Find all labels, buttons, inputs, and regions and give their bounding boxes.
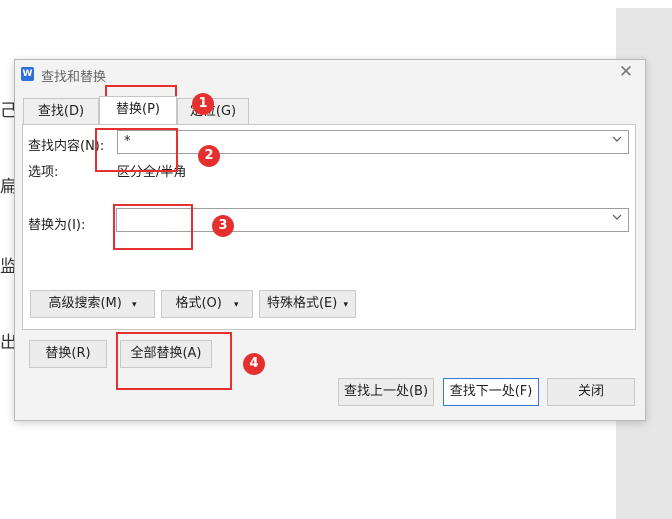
tab-replace[interactable]: 替换(P) (99, 96, 177, 124)
chevron-down-icon: ▾ (343, 300, 349, 310)
dialog-title: 查找和替换 (41, 70, 107, 85)
tab-find[interactable]: 查找(D) (23, 98, 99, 124)
find-previous-button[interactable]: 查找上一处(B) (338, 378, 434, 406)
close-button[interactable]: 关闭 (547, 378, 635, 406)
advanced-search-label: 高级搜索(M) (48, 296, 122, 311)
replace-label: 替换为(I): (28, 218, 86, 233)
callout-badge: 1 (192, 93, 214, 115)
close-icon[interactable]: ✕ (617, 63, 635, 81)
chevron-down-icon[interactable] (612, 212, 622, 222)
callout-badge: 3 (212, 215, 234, 237)
callout-badge: 4 (243, 353, 265, 375)
chevron-down-icon: ▾ (131, 300, 137, 310)
find-next-button[interactable]: 查找下一处(F) (443, 378, 539, 406)
find-label: 查找内容(N): (28, 139, 105, 154)
special-format-label: 特殊格式(E) (266, 296, 338, 311)
replace-button[interactable]: 替换(R) (29, 340, 107, 368)
find-replace-dialog: W 查找和替换 ✕ 查找(D) 替换(P) 定位(G) 查找内容(N): * 选… (14, 59, 646, 421)
wps-writer-icon: W (21, 67, 34, 81)
options-label: 选项: (28, 165, 59, 180)
find-input[interactable]: * (117, 130, 629, 154)
chevron-down-icon: ▾ (234, 300, 239, 310)
advanced-search-button[interactable]: 高级搜索(M) ▾ (30, 290, 155, 318)
highlight-box (113, 204, 193, 250)
highlight-box (116, 332, 232, 390)
format-button[interactable]: 格式(O) ▾ (161, 290, 253, 318)
highlight-box (95, 128, 178, 172)
format-label: 格式(O) (175, 296, 222, 311)
chevron-down-icon[interactable] (612, 134, 622, 144)
special-format-button[interactable]: 特殊格式(E) ▾ (259, 290, 356, 318)
callout-badge: 2 (198, 145, 220, 167)
